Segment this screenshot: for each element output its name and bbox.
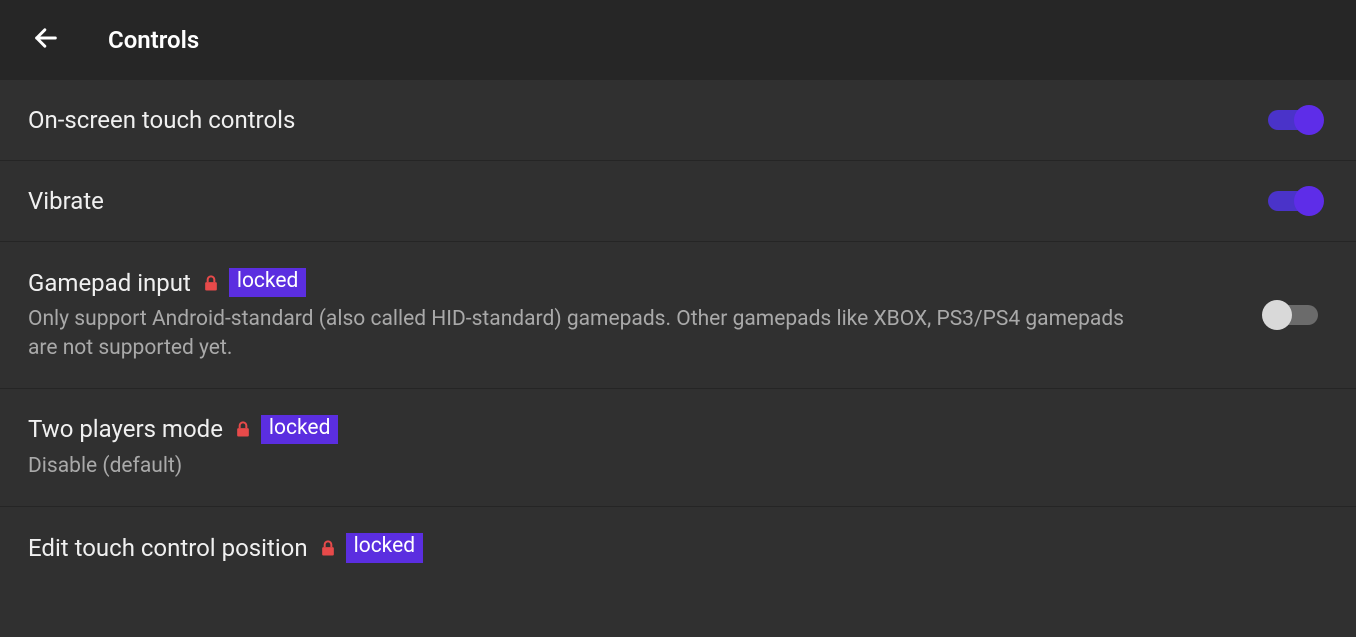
toggle-thumb	[1262, 300, 1292, 330]
setting-vibrate[interactable]: Vibrate	[0, 160, 1356, 241]
toggle-thumb	[1294, 186, 1324, 216]
setting-text: Gamepad input locked Only support Androi…	[28, 268, 1128, 362]
locked-badge: locked	[261, 415, 339, 444]
lock-icon	[201, 273, 221, 293]
back-icon[interactable]	[32, 24, 60, 56]
locked-badge: locked	[346, 533, 424, 562]
setting-text: Vibrate	[28, 187, 104, 215]
setting-title: Gamepad input	[28, 269, 191, 297]
setting-title: Two players mode	[28, 415, 223, 443]
setting-title: Edit touch control position	[28, 534, 308, 562]
setting-subtitle: Disable (default)	[28, 452, 338, 480]
lock-icon	[318, 538, 338, 558]
lock-icon	[233, 419, 253, 439]
toggle-gamepad[interactable]	[1268, 305, 1318, 325]
setting-edit-touch-position[interactable]: Edit touch control position locked	[0, 506, 1356, 588]
setting-gamepad[interactable]: Gamepad input locked Only support Androi…	[0, 241, 1356, 388]
setting-text: Two players mode locked Disable (default…	[28, 415, 338, 481]
locked-badge: locked	[229, 268, 307, 297]
toggle-vibrate[interactable]	[1268, 191, 1318, 211]
toggle-touch-controls[interactable]	[1268, 110, 1318, 130]
setting-text: On-screen touch controls	[28, 106, 295, 134]
setting-two-players[interactable]: Two players mode locked Disable (default…	[0, 388, 1356, 507]
app-bar: Controls	[0, 0, 1356, 80]
page-title: Controls	[108, 26, 199, 54]
setting-title: On-screen touch controls	[28, 106, 295, 134]
setting-title: Vibrate	[28, 187, 104, 215]
settings-list: On-screen touch controls Vibrate Gamepad…	[0, 80, 1356, 589]
setting-touch-controls[interactable]: On-screen touch controls	[0, 80, 1356, 160]
setting-subtitle: Only support Android-standard (also call…	[28, 305, 1128, 362]
setting-text: Edit touch control position locked	[28, 533, 423, 562]
toggle-thumb	[1294, 105, 1324, 135]
